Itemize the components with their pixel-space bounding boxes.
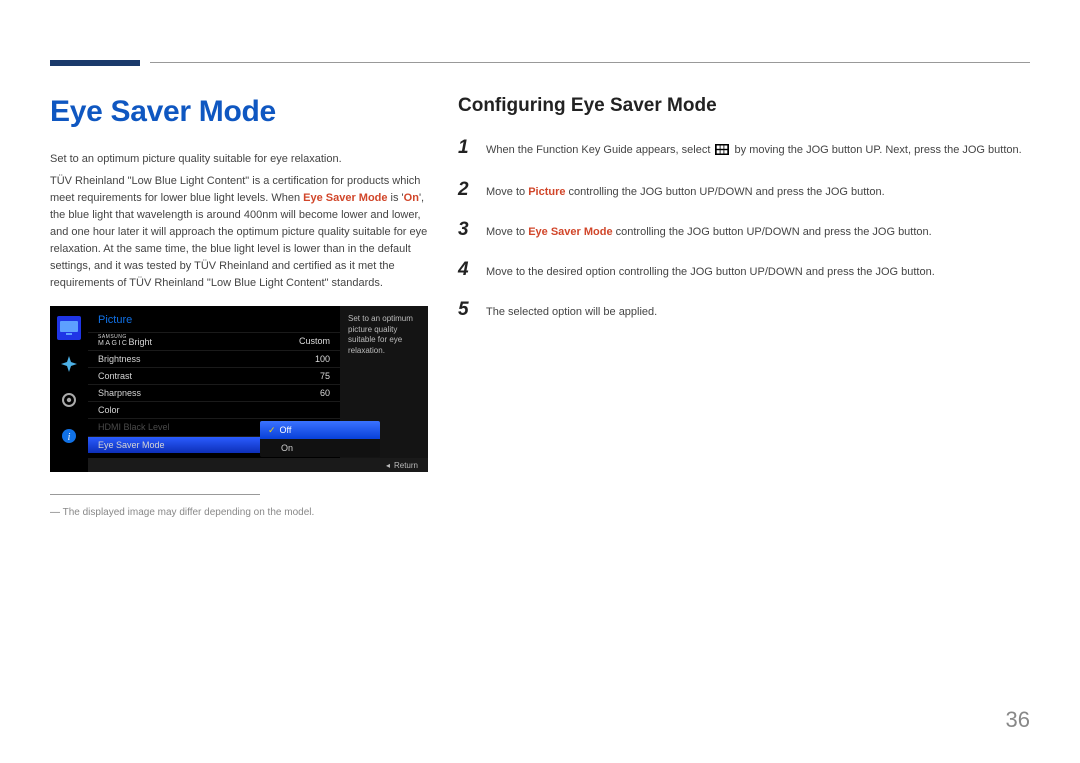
contrast-value: 75 (290, 371, 330, 381)
options-icon (57, 352, 81, 376)
step-num: 4 (458, 259, 472, 281)
step-text: When the Function Key Guide appears, sel… (486, 142, 1022, 161)
p2-text-after: ', the blue light that wavelength is aro… (50, 192, 427, 289)
info-icon: i (57, 424, 81, 448)
step2-post: controlling the JOG button UP/DOWN and p… (565, 186, 884, 198)
sharpness-label: Sharpness (98, 388, 290, 398)
step3-em: Eye Saver Mode (528, 226, 612, 238)
config-heading: Configuring Eye Saver Mode (458, 95, 1030, 117)
step-1: 1 When the Function Key Guide appears, s… (458, 137, 1030, 161)
osd-row-contrast: Contrast 75 (88, 367, 340, 384)
option-on-label: On (281, 443, 293, 453)
step-num: 2 (458, 179, 472, 201)
p2-eye-saver: Eye Saver Mode (303, 192, 387, 204)
step-num: 1 (458, 137, 472, 159)
osd-row-magic-bright: SAMSUNG MAGIC Bright Custom (88, 332, 340, 349)
svg-text:i: i (68, 432, 71, 443)
step-num: 5 (458, 299, 472, 321)
right-column: Configuring Eye Saver Mode 1 When the Fu… (458, 95, 1030, 518)
step3-post: controlling the JOG button UP/DOWN and p… (613, 226, 932, 238)
return-label: Return (386, 461, 418, 470)
page-content: Eye Saver Mode Set to an optimum picture… (50, 95, 1030, 518)
header-rule (150, 62, 1030, 63)
step1-post: by moving the JOG button UP. Next, press… (731, 144, 1021, 156)
contrast-label: Contrast (98, 371, 290, 381)
osd-row-brightness: Brightness 100 (88, 350, 340, 367)
intro-paragraph-1: Set to an optimum picture quality suitab… (50, 151, 428, 168)
osd-sidebar: i (50, 306, 88, 472)
osd-footer: Return (88, 458, 428, 472)
steps-list: 1 When the Function Key Guide appears, s… (458, 137, 1030, 321)
step-text: Move to Eye Saver Mode controlling the J… (486, 224, 932, 241)
left-column: Eye Saver Mode Set to an optimum picture… (50, 95, 428, 518)
step-2: 2 Move to Picture controlling the JOG bu… (458, 179, 1030, 201)
main-heading: Eye Saver Mode (50, 95, 428, 129)
osd-option-off: ✓ Off (260, 421, 380, 439)
step1-pre: When the Function Key Guide appears, sel… (486, 144, 713, 156)
menu-grid-icon (715, 144, 729, 161)
osd-tip-text: Set to an optimum picture quality suitab… (348, 314, 413, 354)
intro-paragraph-2: TÜV Rheinland "Low Blue Light Content" i… (50, 173, 428, 292)
magic-word: MAGIC (98, 340, 128, 347)
step3-pre: Move to (486, 226, 528, 238)
step-3: 3 Move to Eye Saver Mode controlling the… (458, 219, 1030, 241)
step-text: The selected option will be applied. (486, 304, 657, 321)
osd-title: Picture (88, 314, 340, 332)
osd-row-sharpness: Sharpness 60 (88, 384, 340, 401)
disclaimer-rule (50, 494, 260, 495)
p2-text-mid: is ' (388, 192, 404, 204)
gear-icon (57, 388, 81, 412)
step4-pre: Move to the desired option controlling t… (486, 266, 935, 278)
step-text: Move to Picture controlling the JOG butt… (486, 184, 885, 201)
step5-pre: The selected option will be applied. (486, 306, 657, 318)
monitor-icon (57, 316, 81, 340)
brightness-label: Brightness (98, 354, 290, 364)
step-4: 4 Move to the desired option controlling… (458, 259, 1030, 281)
step-text: Move to the desired option controlling t… (486, 264, 935, 281)
osd-option-popup: ✓ Off On (260, 421, 380, 457)
sharpness-value: 60 (290, 388, 330, 398)
color-label: Color (98, 405, 330, 415)
option-off-label: Off (280, 425, 292, 435)
check-icon: ✓ (268, 425, 276, 436)
step2-em: Picture (528, 186, 565, 198)
osd-row-color: Color (88, 401, 340, 418)
p2-on: On (404, 192, 419, 204)
header-accent-bar (50, 60, 140, 66)
magic-bright-label: SAMSUNG MAGIC Bright (98, 335, 290, 347)
osd-option-on: On (260, 439, 380, 457)
step-num: 3 (458, 219, 472, 241)
osd-menu-screenshot: i Picture SAMSUNG MAGIC Bright Custom Br… (50, 306, 428, 472)
step-5: 5 The selected option will be applied. (458, 299, 1030, 321)
disclaimer-text: The displayed image may differ depending… (50, 507, 428, 518)
step2-pre: Move to (486, 186, 528, 198)
page-number: 36 (1006, 707, 1030, 733)
magic-suffix: Bright (128, 337, 152, 347)
brightness-value: 100 (290, 354, 330, 364)
magic-bright-value: Custom (290, 336, 330, 346)
